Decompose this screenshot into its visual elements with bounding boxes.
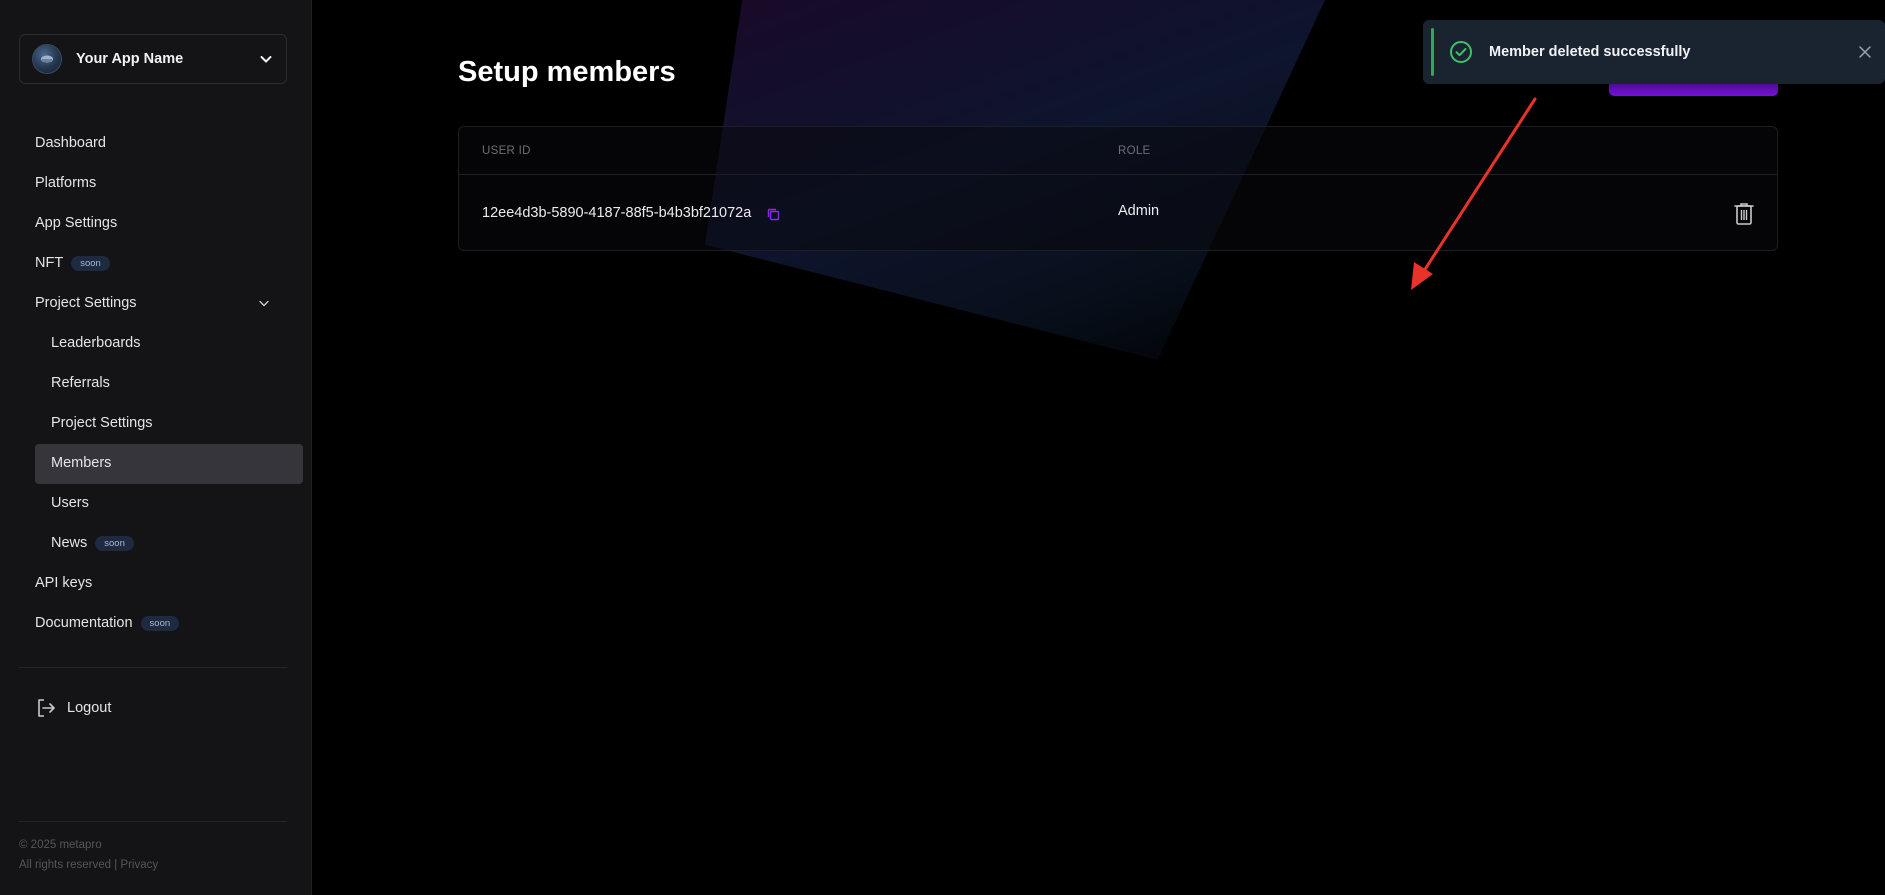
app-root: Your App Name Dashboard Platforms App Se… xyxy=(0,0,1885,895)
footer-copyright: © 2025 metapro xyxy=(19,839,102,851)
sidebar-item-label: Referrals xyxy=(51,375,110,391)
sidebar-item-project-settings-group[interactable]: Project Settings xyxy=(35,295,137,311)
trash-icon[interactable] xyxy=(1732,201,1756,227)
sidebar-item-nft[interactable]: NFT soon xyxy=(35,255,110,271)
page-title: Setup members xyxy=(458,56,676,88)
sidebar-item-dashboard[interactable]: Dashboard xyxy=(35,135,106,151)
column-header-user-id: USER ID xyxy=(482,145,531,157)
soon-badge: soon xyxy=(140,615,180,631)
sidebar-item-label: Documentation xyxy=(35,615,133,631)
app-name: Your App Name xyxy=(76,51,184,67)
chevron-down-icon[interactable] xyxy=(257,296,271,310)
footer-rights-text: All rights reserved | xyxy=(19,859,121,871)
sidebar-item-documentation[interactable]: Documentation soon xyxy=(35,615,180,631)
sidebar-item-platforms[interactable]: Platforms xyxy=(35,175,96,191)
sidebar-item-label: API keys xyxy=(35,575,93,591)
sidebar-item-users[interactable]: Users xyxy=(51,495,89,511)
toast-status-bar xyxy=(1431,28,1434,76)
sidebar-item-referrals[interactable]: Referrals xyxy=(51,375,110,391)
role-cell: Admin xyxy=(1118,203,1160,219)
footer-rights: All rights reserved | Privacy xyxy=(19,859,158,871)
sidebar-item-news[interactable]: News soon xyxy=(51,535,134,551)
privacy-link[interactable]: Privacy xyxy=(120,859,158,871)
sidebar-item-label: Leaderboards xyxy=(51,335,141,351)
table-header: USER ID ROLE xyxy=(459,127,1777,175)
sidebar-item-members[interactable]: Members xyxy=(51,455,111,471)
divider xyxy=(19,821,287,822)
divider xyxy=(19,667,287,668)
success-toast: Member deleted successfully xyxy=(1423,20,1885,84)
soon-badge: soon xyxy=(95,535,134,551)
app-logo-icon xyxy=(32,44,62,74)
sidebar-item-leaderboards[interactable]: Leaderboards xyxy=(51,335,141,351)
soon-badge: soon xyxy=(71,255,110,271)
members-table: USER ID ROLE 12ee4d3b-5890-4187-88f5-b4b… xyxy=(458,126,1778,251)
user-id-cell: 12ee4d3b-5890-4187-88f5-b4b3bf21072a xyxy=(482,205,752,221)
sidebar-item-label: App Settings xyxy=(35,215,118,231)
sidebar-item-label: NFT xyxy=(35,255,64,271)
toast-message: Member deleted successfully xyxy=(1489,44,1691,60)
column-header-role: ROLE xyxy=(1118,145,1151,157)
sidebar-item-project-settings[interactable]: Project Settings xyxy=(51,415,153,431)
sidebar-item-label: Project Settings xyxy=(51,415,153,431)
sidebar-item-label: News xyxy=(51,535,88,551)
sidebar-item-label: Members xyxy=(51,455,112,471)
copy-icon[interactable] xyxy=(766,207,781,222)
sidebar-item-label: Dashboard xyxy=(35,135,106,151)
close-icon[interactable] xyxy=(1857,44,1873,60)
app-switcher[interactable]: Your App Name xyxy=(19,34,287,84)
logout-label: Logout xyxy=(67,700,112,716)
sidebar: Your App Name Dashboard Platforms App Se… xyxy=(0,0,312,895)
logout-icon xyxy=(38,699,55,717)
chevron-down-icon xyxy=(260,56,272,63)
sidebar-item-api-keys[interactable]: API keys xyxy=(35,575,92,591)
logout-button[interactable]: Logout xyxy=(35,697,111,719)
check-circle-icon xyxy=(1450,41,1472,63)
sidebar-item-label: Users xyxy=(51,495,89,511)
sidebar-item-label: Platforms xyxy=(35,175,97,191)
sidebar-item-app-settings[interactable]: App Settings xyxy=(35,215,117,231)
sidebar-item-label: Project Settings xyxy=(35,295,137,311)
